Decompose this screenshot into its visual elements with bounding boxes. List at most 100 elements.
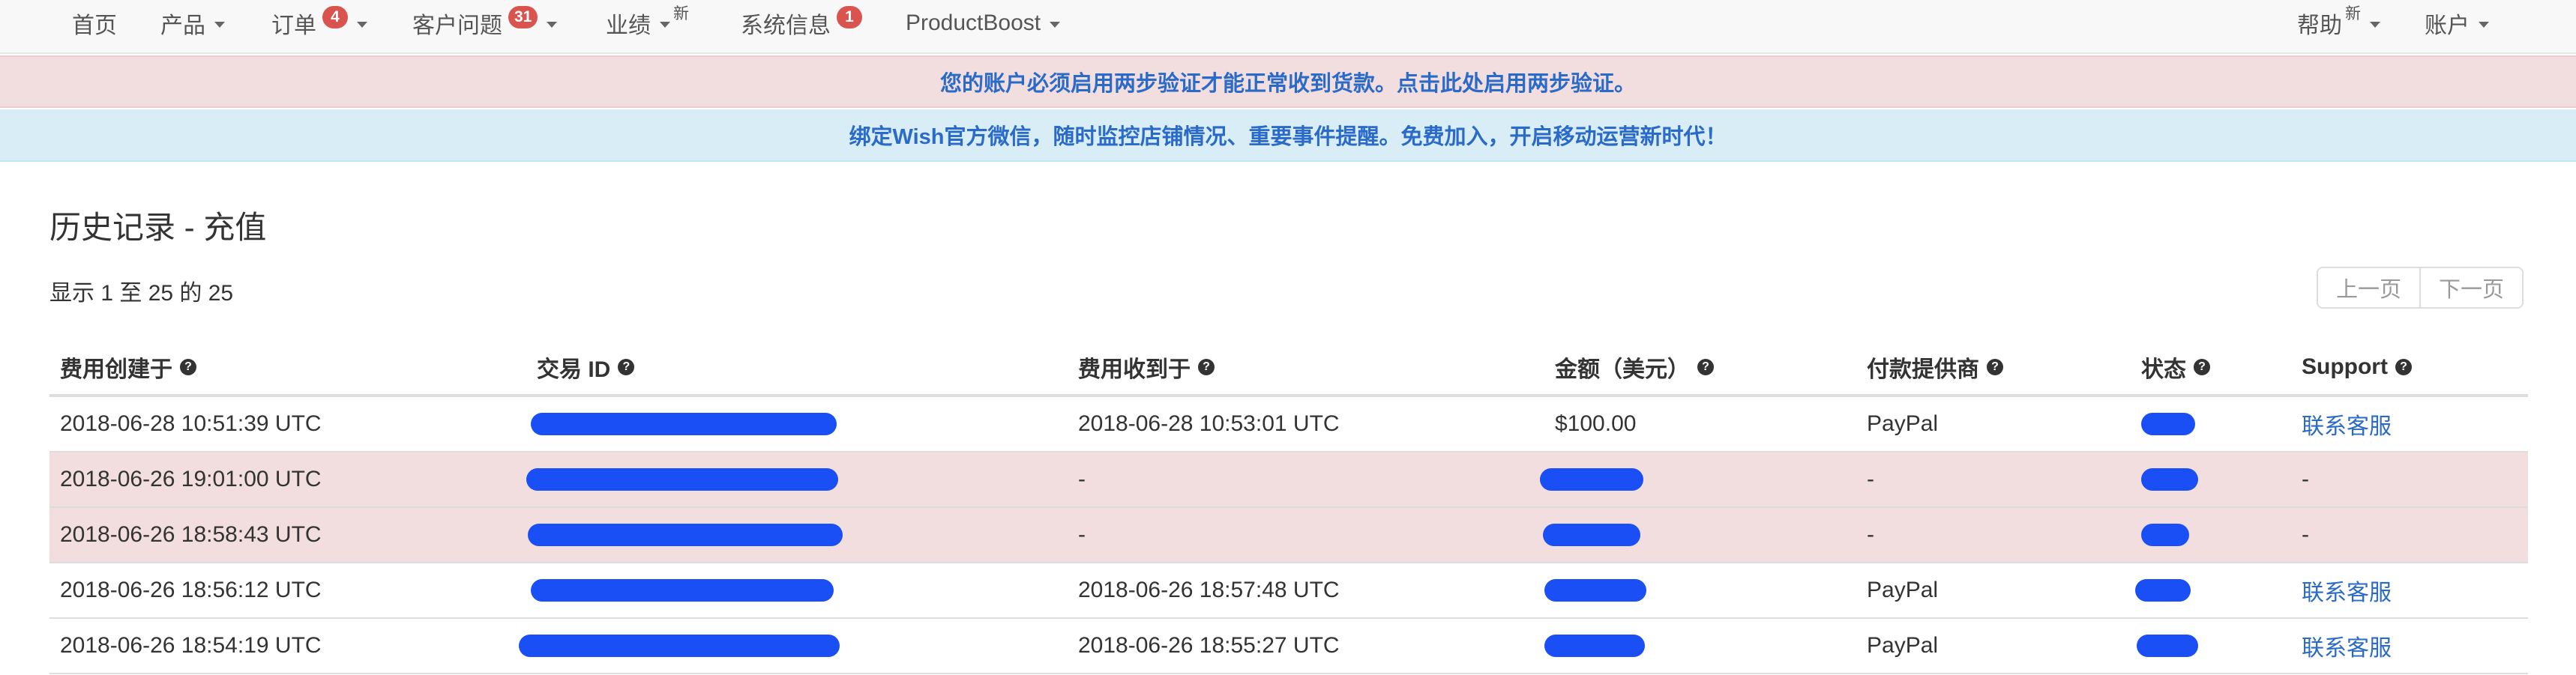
header-status: 状态 ? [2131, 340, 2291, 394]
cell-received: - [1078, 467, 1086, 491]
cell-status [2131, 563, 2291, 617]
nav-system-info[interactable]: 系统信息 1 [741, 0, 862, 46]
table-row: 2018-06-26 18:58:43 UTC - - - [49, 508, 2528, 563]
customer-issues-count-badge: 31 [508, 6, 538, 28]
header-received: 费用收到于 ? [1068, 340, 1544, 394]
nav-account-label: 账户 [2425, 13, 2470, 38]
contact-support-link[interactable]: 联系客服 [2302, 629, 2392, 662]
question-circle-icon[interactable]: ? [180, 359, 196, 375]
caret-down-icon [660, 22, 670, 28]
header-provider-label: 付款提供商 [1867, 357, 1979, 382]
nav-system-info-label: 系统信息 [741, 13, 831, 38]
redacted-amount [1543, 524, 1640, 546]
nav-help-label: 帮助 [2297, 13, 2342, 38]
nav-orders-dropdown[interactable]: 订单 4 [271, 0, 367, 46]
wechat-alert-link[interactable]: 绑定Wish官方微信，随时监控店铺情况、重要事件提醒。免费加入，开启移动运营新时… [849, 119, 1727, 151]
nav-customer-issues-label: 客户问题 [412, 13, 502, 38]
cell-created: 2018-06-28 10:51:39 UTC [60, 411, 322, 436]
header-received-label: 费用收到于 [1078, 357, 1191, 382]
top-navbar: 首页 产品 订单 4 客户问题 31 业绩 新 系统信息 1 ProductBo… [0, 0, 2576, 54]
nav-customer-issues-dropdown[interactable]: 客户问题 31 [412, 0, 558, 46]
cell-status [2131, 397, 2291, 451]
question-circle-icon[interactable]: ? [2395, 359, 2412, 375]
header-created-label: 费用创建于 [60, 357, 172, 382]
redacted-status [2135, 579, 2191, 602]
redacted-transaction-id [526, 468, 838, 491]
caret-down-icon [214, 22, 225, 28]
cell-provider: PayPal [1867, 633, 1939, 658]
caret-down-icon [2479, 22, 2489, 28]
recharge-history-table: 费用创建于 ? 交易 ID ? 费用收到于 ? 金额（美元） ? 付款提供商 ?… [49, 340, 2528, 674]
cell-status [2131, 452, 2291, 506]
nav-performance-dropdown[interactable]: 业绩 新 [606, 0, 689, 46]
cell-amount [1540, 452, 1856, 506]
cell-support: - [2302, 522, 2309, 547]
question-circle-icon[interactable]: ? [618, 359, 635, 375]
cell-transaction-id [519, 619, 1068, 673]
nav-performance-label: 业绩 [606, 13, 651, 38]
redacted-transaction-id [531, 579, 834, 602]
cell-amount [1544, 619, 1856, 673]
cell-received: 2018-06-28 10:53:01 UTC [1078, 411, 1340, 436]
contact-support-link[interactable]: 联系客服 [2302, 408, 2392, 441]
cell-created: 2018-06-26 18:58:43 UTC [60, 522, 322, 547]
contact-support-link[interactable]: 联系客服 [2302, 574, 2392, 607]
system-info-count-badge: 1 [837, 6, 862, 28]
header-amount-label: 金额（美元） [1555, 357, 1690, 382]
cell-transaction-id [526, 452, 1068, 506]
cell-amount: $100.00 [1555, 411, 1637, 436]
cell-created: 2018-06-26 18:56:12 UTC [60, 578, 322, 602]
cell-provider: PayPal [1867, 578, 1939, 602]
wechat-alert: 绑定Wish官方微信，随时监控店铺情况、重要事件提醒。免费加入，开启移动运营新时… [0, 109, 2576, 162]
question-circle-icon[interactable]: ? [1198, 359, 1215, 375]
question-circle-icon[interactable]: ? [1697, 359, 1714, 375]
cell-transaction-id [526, 397, 1068, 451]
cell-received: 2018-06-26 18:55:27 UTC [1078, 633, 1340, 658]
nav-productboost-label: ProductBoost [906, 10, 1041, 35]
header-support-label: Support [2302, 354, 2388, 379]
cell-created: 2018-06-26 19:01:00 UTC [60, 467, 322, 491]
nav-account-dropdown[interactable]: 账户 [2425, 0, 2489, 46]
result-count-text: 显示 1 至 25 的 25 [49, 281, 234, 306]
next-page-button[interactable]: 下一页 [2421, 267, 2524, 309]
cell-received: 2018-06-26 18:57:48 UTC [1078, 578, 1340, 602]
previous-page-button[interactable]: 上一页 [2317, 267, 2422, 309]
redacted-status [2137, 635, 2198, 657]
caret-down-icon [1050, 22, 1061, 28]
cell-support: - [2302, 467, 2309, 491]
header-support: Support ? [2291, 340, 2528, 394]
cell-support: 联系客服 [2291, 397, 2528, 451]
question-circle-icon[interactable]: ? [1987, 359, 2003, 375]
two-factor-alert-link[interactable]: 您的账户必须启用两步验证才能正常收到货款。点击此处启用两步验证。 [940, 66, 1636, 97]
header-status-label: 状态 [2141, 357, 2186, 382]
table-row: 2018-06-26 19:01:00 UTC - - - [49, 452, 2528, 508]
question-circle-icon[interactable]: ? [2194, 359, 2210, 375]
header-provider: 付款提供商 ? [1856, 340, 2131, 394]
cell-received: - [1078, 522, 1086, 547]
nav-products-label: 产品 [160, 13, 205, 38]
nav-home[interactable]: 首页 [72, 0, 117, 46]
redacted-amount [1544, 579, 1646, 602]
new-badge: 新 [673, 5, 689, 22]
table-header-row: 费用创建于 ? 交易 ID ? 费用收到于 ? 金额（美元） ? 付款提供商 ?… [49, 340, 2528, 397]
redacted-status [2141, 468, 2198, 491]
caret-down-icon [2370, 22, 2380, 28]
redacted-status [2141, 524, 2189, 546]
cell-provider: - [1867, 522, 1874, 547]
pagination: 上一页 下一页 [2317, 267, 2524, 309]
redacted-transaction-id [531, 413, 837, 435]
cell-support: 联系客服 [2291, 619, 2528, 673]
cell-status [2131, 619, 2291, 673]
header-transaction-id-label: 交易 ID [537, 357, 611, 382]
nav-products-dropdown[interactable]: 产品 [160, 0, 225, 46]
cell-transaction-id [526, 508, 1068, 562]
cell-amount [1543, 508, 1856, 562]
nav-help-dropdown[interactable]: 帮助 新 [2297, 0, 2380, 46]
two-factor-alert: 您的账户必须启用两步验证才能正常收到货款。点击此处启用两步验证。 [0, 55, 2576, 108]
orders-count-badge: 4 [322, 6, 348, 28]
redacted-amount [1540, 468, 1643, 491]
nav-productboost-dropdown[interactable]: ProductBoost [906, 0, 1061, 46]
caret-down-icon [357, 22, 367, 28]
table-row: 2018-06-28 10:51:39 UTC 2018-06-28 10:53… [49, 397, 2528, 452]
redacted-status [2141, 413, 2195, 435]
